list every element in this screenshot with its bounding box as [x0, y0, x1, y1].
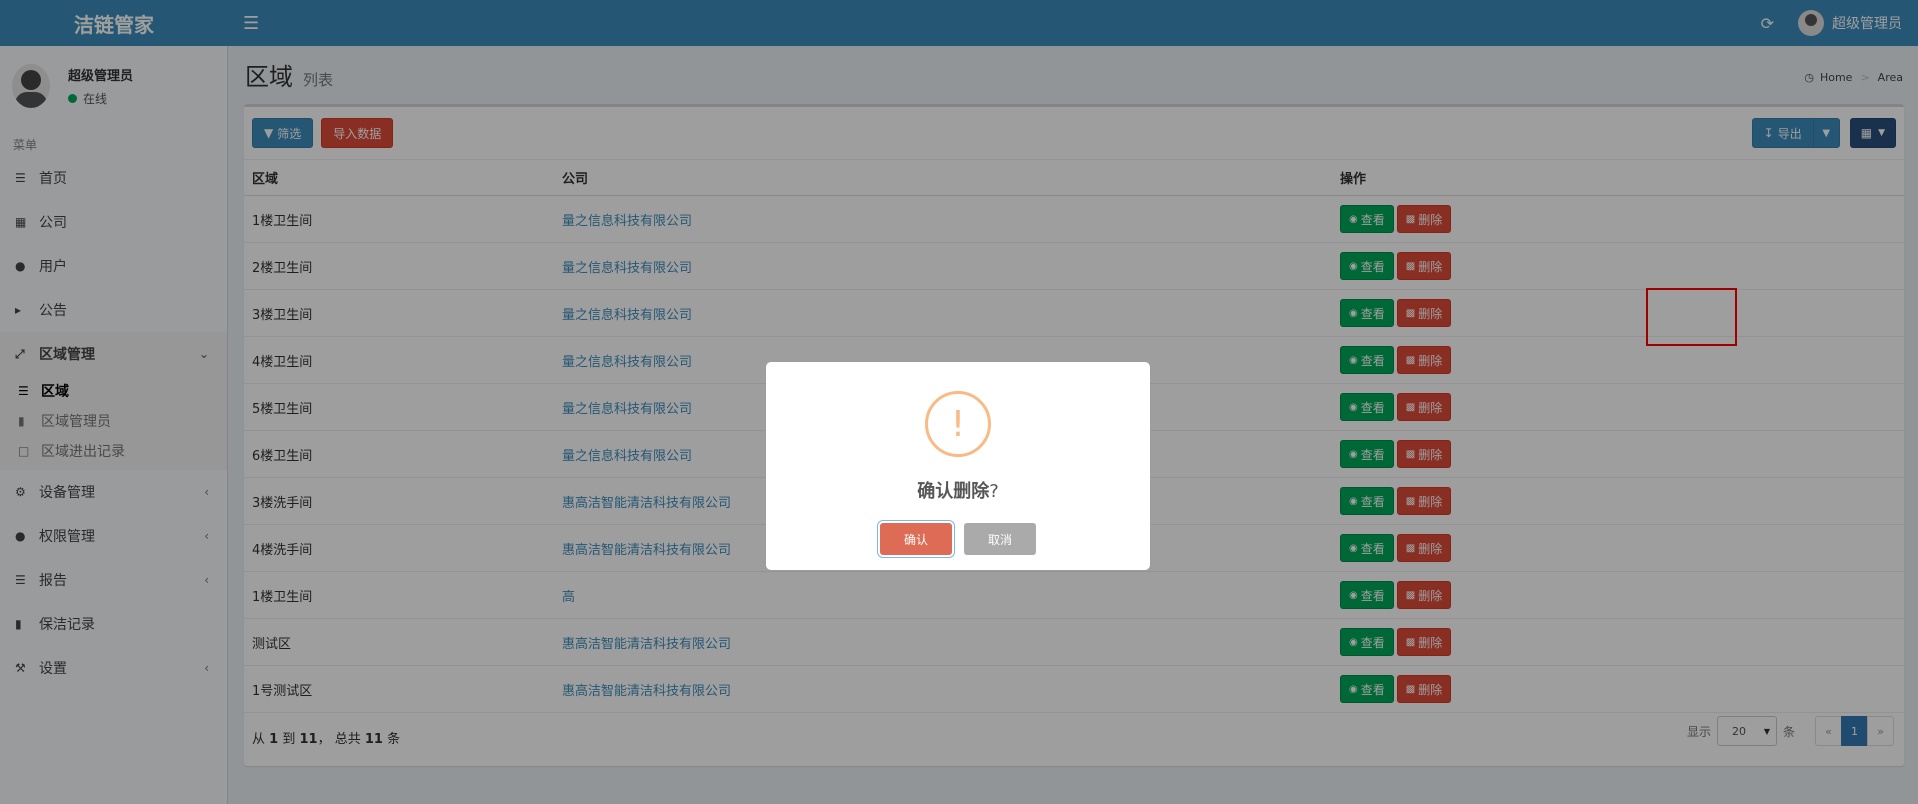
- dialog-question-mark: ?: [989, 481, 999, 502]
- cancel-button[interactable]: 取消: [964, 523, 1036, 555]
- warning-icon: !: [925, 391, 991, 457]
- dialog-title: 确认删除?: [766, 477, 1150, 503]
- confirm-delete-dialog: ! 确认删除? 确认 取消: [766, 362, 1150, 570]
- confirm-button[interactable]: 确认: [880, 523, 952, 555]
- dialog-title-text: 确认删除: [917, 481, 990, 502]
- dialog-actions: 确认 取消: [766, 523, 1150, 555]
